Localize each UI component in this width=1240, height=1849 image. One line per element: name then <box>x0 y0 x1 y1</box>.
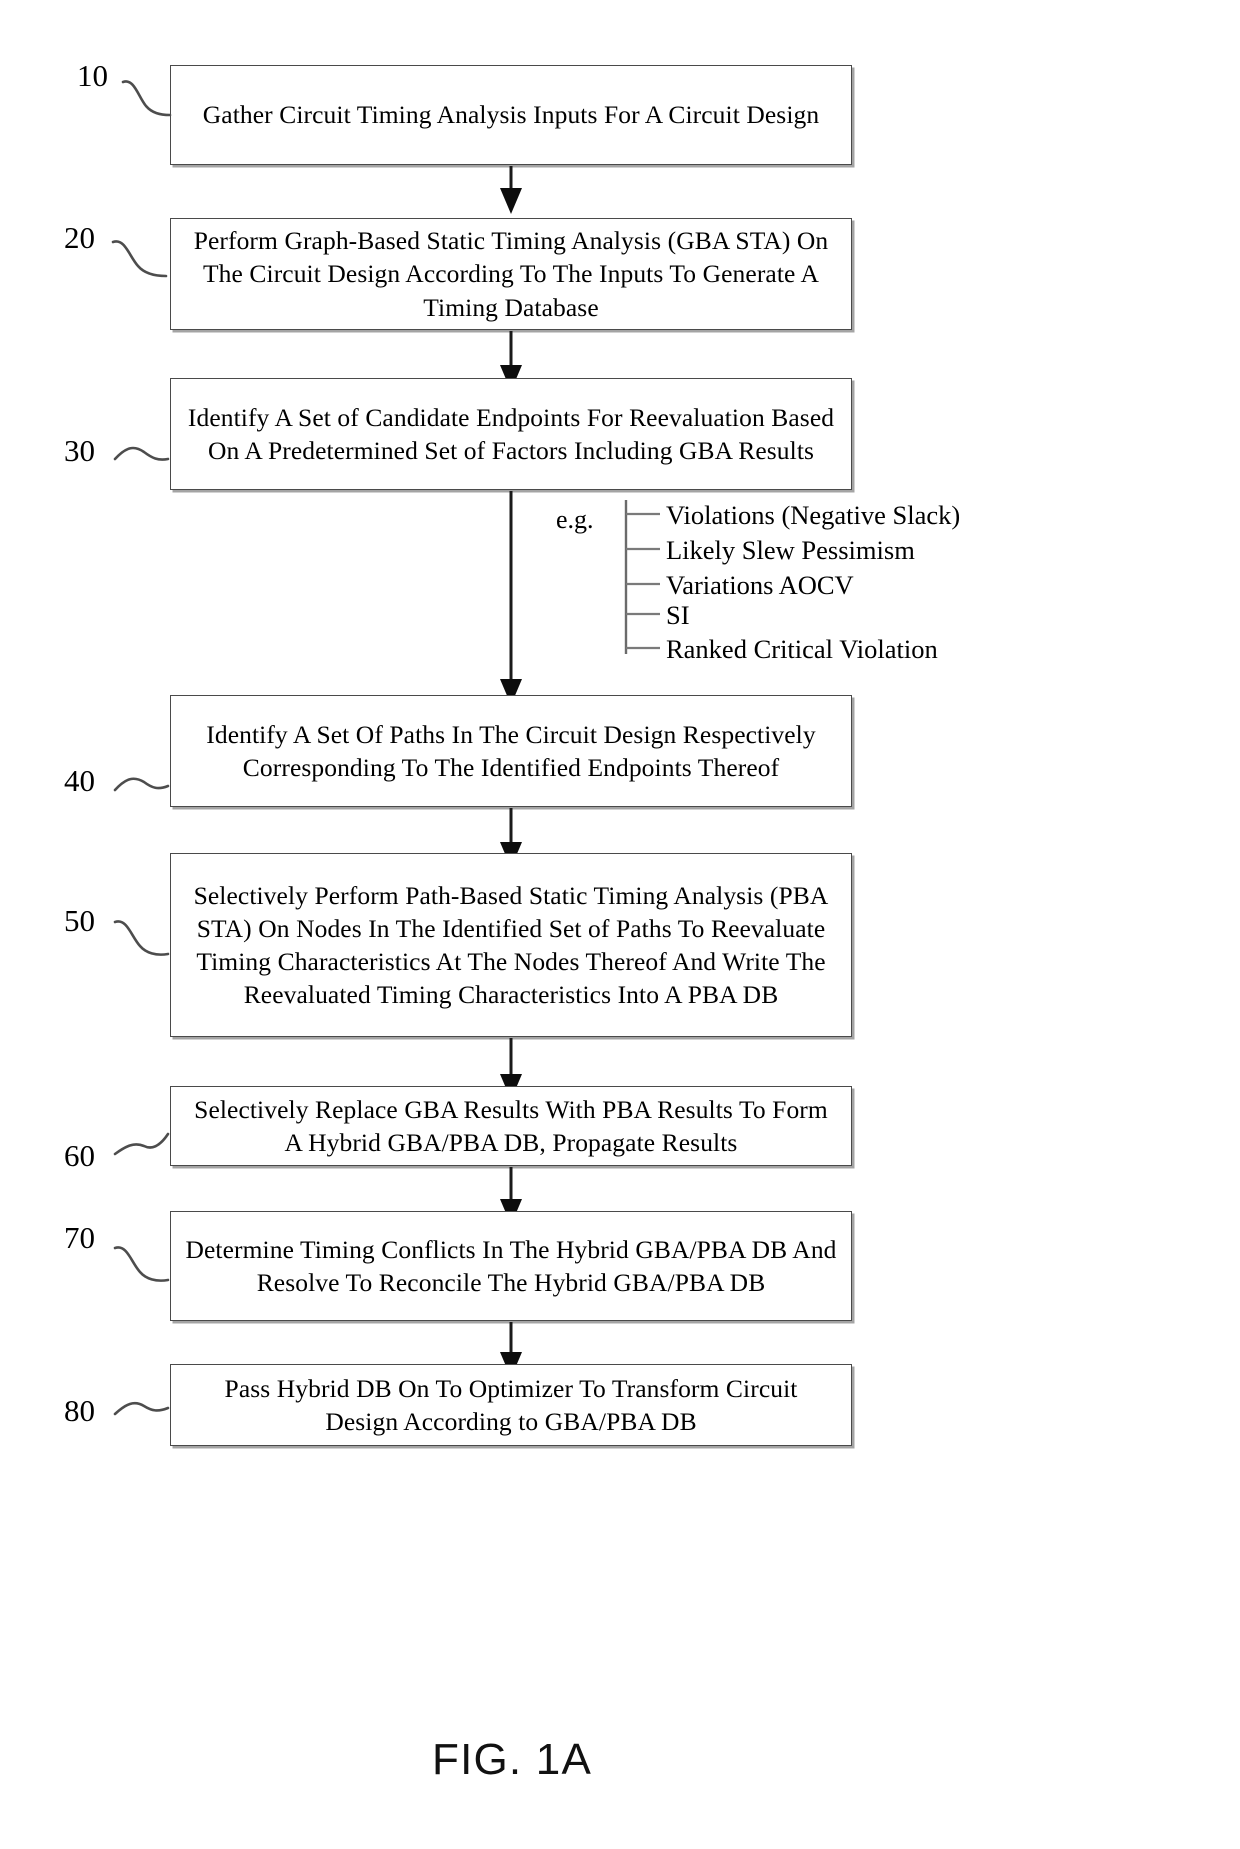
ref-numeral-60: 60 <box>64 1138 95 1173</box>
ref-numeral-10: 10 <box>77 58 108 93</box>
step-gather-inputs: Gather Circuit Timing Analysis Inputs Fo… <box>170 65 852 165</box>
step-resolve-timing-conflicts: Determine Timing Conflicts In The Hybrid… <box>170 1211 852 1321</box>
leader-line-70 <box>112 1238 174 1290</box>
step-pass-hybrid-db-to-optimizer: Pass Hybrid DB On To Optimizer To Transf… <box>170 1364 852 1446</box>
ref-numeral-20: 20 <box>64 220 95 255</box>
figure-caption: FIG. 1A <box>432 1735 592 1784</box>
leader-line-60 <box>112 1122 174 1172</box>
eg-annotation-group: e.g. Violations (Negative Slack) Likely … <box>0 498 1240 664</box>
step-resolve-timing-conflicts-text: Determine Timing Conflicts In The Hybrid… <box>185 1234 837 1297</box>
step-gather-inputs-text: Gather Circuit Timing Analysis Inputs Fo… <box>202 100 820 130</box>
eg-item-2: Variations AOCV <box>666 570 854 600</box>
leader-line-30 <box>112 437 174 487</box>
step-identify-candidate-endpoints: Identify A Set of Candidate Endpoints Fo… <box>170 378 852 490</box>
step-perform-pba-sta-text: Selectively Perform Path-Based Static Ti… <box>193 880 829 1010</box>
step-replace-gba-with-pba-text: Selectively Replace GBA Results With PBA… <box>194 1094 828 1157</box>
ref-numeral-50: 50 <box>64 903 95 938</box>
leader-line-20 <box>110 232 174 292</box>
step-replace-gba-with-pba: Selectively Replace GBA Results With PBA… <box>170 1086 852 1166</box>
eg-item-0: Violations (Negative Slack) <box>666 500 961 530</box>
ref-numeral-80: 80 <box>64 1393 95 1428</box>
step-identify-candidate-endpoints-text: Identify A Set of Candidate Endpoints Fo… <box>187 402 835 465</box>
step-identify-paths: Identify A Set Of Paths In The Circuit D… <box>170 695 852 807</box>
ref-numeral-30: 30 <box>64 433 95 468</box>
leader-line-40 <box>112 760 174 810</box>
step-perform-pba-sta: Selectively Perform Path-Based Static Ti… <box>170 853 852 1037</box>
eg-item-3: SI <box>666 600 690 630</box>
patent-figure-page: Gather Circuit Timing Analysis Inputs Fo… <box>0 0 1240 1849</box>
eg-item-4: Ranked Critical Violation <box>666 634 938 664</box>
eg-item-1: Likely Slew Pessimism <box>666 535 915 565</box>
step-perform-gba-sta: Perform Graph-Based Static Timing Analys… <box>170 218 852 330</box>
step-identify-paths-text: Identify A Set Of Paths In The Circuit D… <box>206 719 816 782</box>
leader-line-50 <box>112 912 174 970</box>
eg-label: e.g. <box>556 505 594 534</box>
ref-numeral-70: 70 <box>64 1220 95 1255</box>
step-pass-hybrid-db-to-optimizer-text: Pass Hybrid DB On To Optimizer To Transf… <box>224 1373 798 1436</box>
step-perform-gba-sta-text: Perform Graph-Based Static Timing Analys… <box>193 226 829 322</box>
leader-line-80 <box>112 1388 174 1438</box>
eg-bracket <box>620 498 668 658</box>
ref-numeral-40: 40 <box>64 763 95 798</box>
